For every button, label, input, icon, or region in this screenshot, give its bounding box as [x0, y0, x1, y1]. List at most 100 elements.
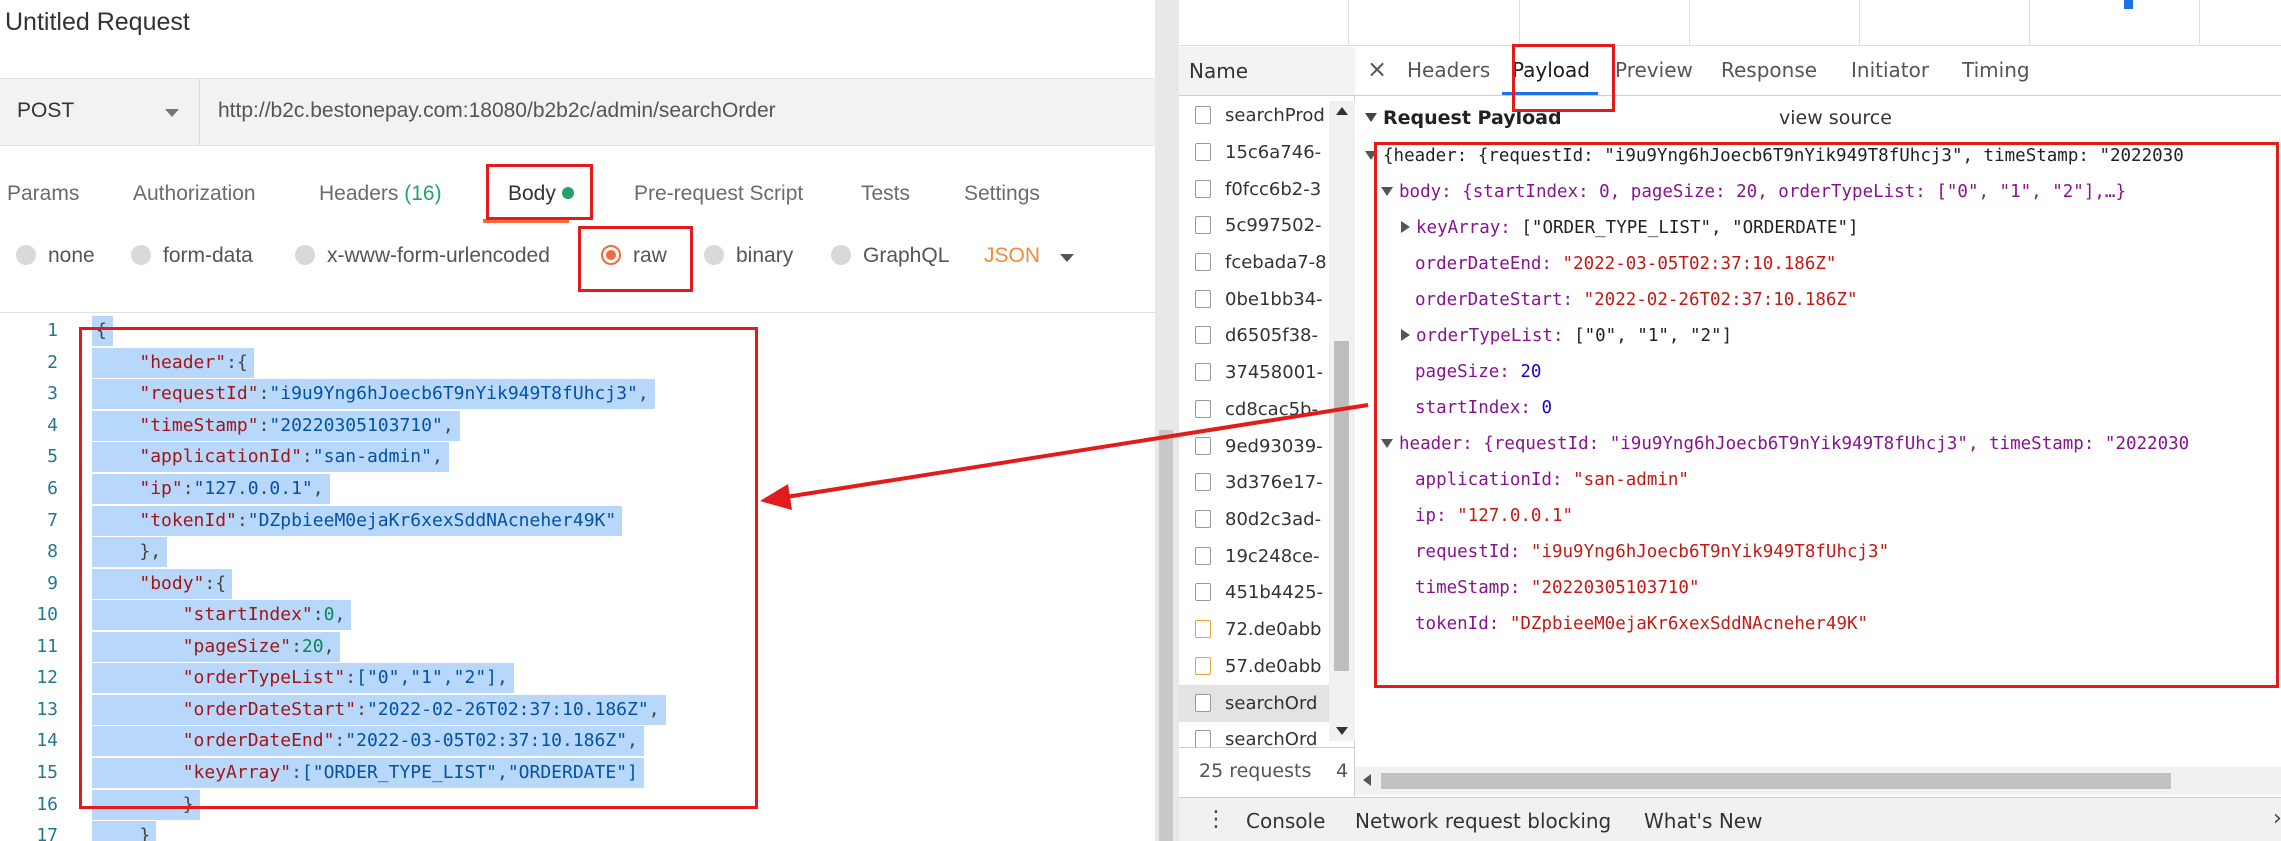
- active-tab-indicator: [483, 219, 569, 223]
- method-select[interactable]: POST: [0, 79, 200, 145]
- radio-binary[interactable]: binary: [704, 244, 793, 268]
- radio-none-label: none: [48, 244, 95, 267]
- view-source-link[interactable]: view source: [1779, 107, 1892, 129]
- tab-headers[interactable]: Headers: [1407, 58, 1490, 82]
- document-icon: [1195, 106, 1211, 124]
- image-icon: [1195, 473, 1211, 491]
- radio-raw[interactable]: raw: [601, 244, 667, 268]
- code-line: 16 }: [0, 789, 1155, 821]
- payload-horizontal-scrollbar[interactable]: [1355, 767, 2281, 795]
- tree-header[interactable]: header: {requestId: "i9u9Yng6hJoecb6T9nY…: [1381, 434, 2189, 454]
- expand-triangle-icon: [1365, 151, 1377, 160]
- scrollbar-thumb[interactable]: [1381, 773, 2171, 789]
- script-icon: [1195, 657, 1211, 675]
- scroll-up-icon[interactable]: [1336, 107, 1348, 115]
- line-number: 13: [36, 699, 58, 720]
- radio-urlencoded[interactable]: x-www-form-urlencoded: [295, 244, 550, 268]
- radio-icon: [704, 245, 724, 265]
- scroll-left-icon[interactable]: [1363, 774, 1371, 786]
- request-detail: × Headers Payload Preview Response Initi…: [1355, 47, 2281, 797]
- radio-graphql-label: GraphQL: [863, 244, 950, 267]
- line-number: 4: [47, 415, 58, 436]
- code-editor[interactable]: 1{ 2 "header":{ 3 "requestId":"i9u9Yng6h…: [0, 312, 1155, 841]
- image-icon: [1195, 290, 1211, 308]
- method-label: POST: [17, 99, 75, 122]
- image-icon: [1195, 400, 1211, 418]
- panel-divider-scrollbar[interactable]: [1155, 0, 1179, 841]
- scrollbar-thumb[interactable]: [1159, 430, 1173, 841]
- tree-root[interactable]: {header: {requestId: "i9u9Yng6hJoecb6T9n…: [1365, 146, 2184, 166]
- more-options-icon[interactable]: ⋮: [1205, 807, 1227, 832]
- code-line: 5 "applicationId":"san-admin",: [0, 441, 1155, 473]
- request-name: cd8cac5b-: [1225, 399, 1318, 420]
- network-overview[interactable]: [1179, 0, 2281, 46]
- overview-gridline: [1689, 0, 1690, 46]
- request-name: 5c997502-: [1225, 215, 1322, 236]
- code-text: "orderDateEnd":"2022-03-05T02:37:10.186Z…: [92, 726, 644, 756]
- request-name: fcebada7-8: [1225, 252, 1327, 273]
- scrollbar-thumb[interactable]: [1334, 341, 1349, 671]
- request-payload-header[interactable]: Request Payload: [1365, 107, 1562, 129]
- tree-keyArray[interactable]: keyArray: ["ORDER_TYPE_LIST", "ORDERDATE…: [1401, 218, 1859, 238]
- request-name: 9ed93039-: [1225, 436, 1323, 457]
- line-number: 7: [47, 510, 58, 531]
- line-number: 3: [47, 383, 58, 404]
- code-line: 14 "orderDateEnd":"2022-03-05T02:37:10.1…: [0, 725, 1155, 757]
- document-icon: [1195, 730, 1211, 747]
- tab-payload[interactable]: Payload: [1512, 58, 1590, 82]
- line-number: 12: [36, 667, 58, 688]
- request-name: d6505f38-: [1225, 325, 1318, 346]
- radio-form-data[interactable]: form-data: [131, 244, 253, 268]
- chevron-down-icon[interactable]: [1060, 254, 1074, 262]
- overview-gridline: [1859, 0, 1860, 46]
- line-number: 6: [47, 478, 58, 499]
- tab-timing[interactable]: Timing: [1962, 58, 2030, 82]
- format-select[interactable]: JSON: [984, 244, 1040, 268]
- scroll-down-icon[interactable]: [1336, 727, 1348, 735]
- code-line: 13 "orderDateStart":"2022-02-26T02:37:10…: [0, 694, 1155, 726]
- image-icon: [1195, 547, 1211, 565]
- detail-tabs: × Headers Payload Preview Response Initi…: [1355, 47, 2281, 96]
- request-list: Name searchProd 15c6a746- f0fcc6b2-3 5c9…: [1179, 47, 1355, 841]
- close-drawer-icon[interactable]: ›: [2273, 806, 2281, 831]
- code-line: 2 "header":{: [0, 347, 1155, 379]
- request-tabs: Params Authorization Headers (16) Body P…: [0, 176, 1155, 223]
- active-tab-indicator: [1502, 92, 1598, 95]
- tab-settings[interactable]: Settings: [964, 182, 1040, 206]
- code-text: },: [92, 537, 168, 567]
- tree-startIndex: startIndex: 0: [1415, 398, 1552, 418]
- tab-headers-label: Headers: [319, 182, 399, 205]
- drawer-tab-request-blocking[interactable]: Network request blocking: [1355, 809, 1611, 833]
- radio-none[interactable]: none: [16, 244, 95, 268]
- request-list-scrollbar[interactable]: [1329, 101, 1355, 741]
- request-title[interactable]: Untitled Request: [5, 8, 190, 37]
- url-input[interactable]: http://b2c.bestonepay.com:18080/b2b2c/ad…: [218, 99, 776, 123]
- code-text: "timeStamp":"20220305103710",: [92, 411, 460, 441]
- tab-body[interactable]: Body: [508, 182, 574, 206]
- code-line: 17 }: [0, 820, 1155, 841]
- name-column-header[interactable]: Name: [1179, 47, 1355, 96]
- tree-body[interactable]: body: {startIndex: 0, pageSize: 20, orde…: [1381, 182, 2126, 202]
- expand-triangle-icon: [1365, 113, 1377, 122]
- tab-preview[interactable]: Preview: [1615, 58, 1693, 82]
- drawer-tab-whats-new[interactable]: What's New: [1644, 809, 1762, 833]
- radio-form-data-label: form-data: [163, 244, 253, 267]
- code-text: "ip":"127.0.0.1",: [92, 474, 330, 504]
- radio-graphql[interactable]: GraphQL: [831, 244, 949, 268]
- devtools-drawer: ⋮ Console Network request blocking What'…: [1179, 797, 2281, 841]
- tab-headers[interactable]: Headers (16): [319, 182, 442, 206]
- tab-authorization[interactable]: Authorization: [133, 182, 256, 206]
- image-icon: [1195, 326, 1211, 344]
- tab-tests[interactable]: Tests: [861, 182, 910, 206]
- image-icon: [1195, 180, 1211, 198]
- tab-params[interactable]: Params: [7, 182, 79, 206]
- drawer-tab-console[interactable]: Console: [1246, 809, 1325, 833]
- close-icon[interactable]: ×: [1367, 55, 1387, 83]
- tab-initiator[interactable]: Initiator: [1851, 58, 1929, 82]
- tab-response[interactable]: Response: [1721, 58, 1817, 82]
- tree-orderTypeList[interactable]: orderTypeList: ["0", "1", "2"]: [1401, 326, 1732, 346]
- code-line: 6 "ip":"127.0.0.1",: [0, 473, 1155, 505]
- tree-timeStamp: timeStamp: "20220305103710": [1415, 578, 1700, 598]
- tab-prerequest-script[interactable]: Pre-request Script: [634, 182, 803, 206]
- overview-gridline: [1519, 0, 1520, 46]
